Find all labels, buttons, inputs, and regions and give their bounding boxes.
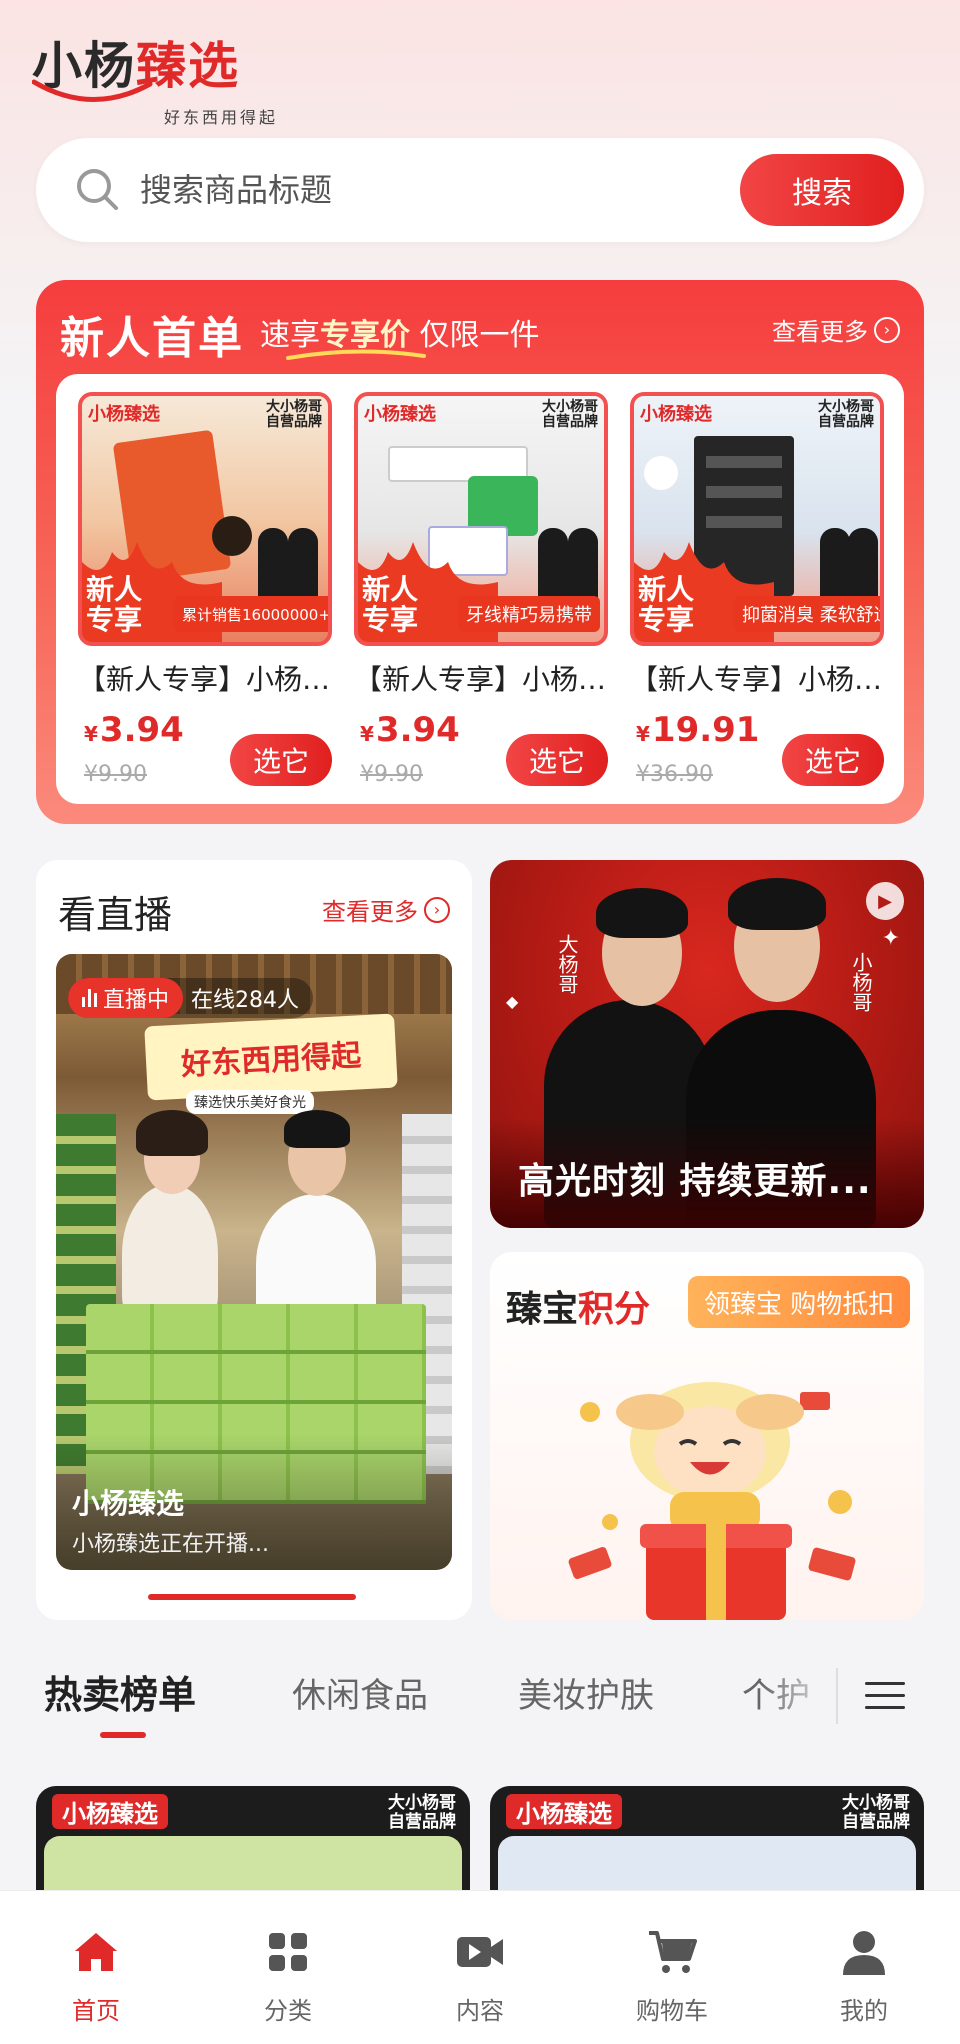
product-image: 小杨臻选 大小杨哥 自营品牌 新人 专享 累计销售16000000+单 [78,392,332,646]
product-image [498,1836,916,1890]
play-icon: ▶ [866,882,904,920]
nav-content[interactable]: 内容 [384,1891,576,2044]
host-figure [122,1184,218,1324]
grid-icon [269,1933,307,1971]
product-card[interactable]: 小杨臻选 大小杨哥 自营品牌 新人 专享 牙线精巧易携带 【新人专享】小杨臻选牙… [354,392,608,792]
product-name: 【新人专享】小杨臻选抽绳垃圾袋 [78,663,332,696]
product-price: ¥3.94 [84,710,184,750]
mascot-gift-illustration [568,1382,856,1620]
nav-cart[interactable]: 购物车 [576,1891,768,2044]
tab-menu-button[interactable] [836,1668,932,1724]
cart-icon [649,1931,697,1973]
sparkle-icon: ✦ [881,926,900,951]
search-bar: 搜索 [36,138,924,242]
host-hair [728,878,826,930]
live-banner-sign: 好东西用得起 [144,1013,398,1101]
select-button[interactable]: 选它 [230,734,332,786]
tab-beauty[interactable]: 美妆护肤 [518,1668,654,1717]
tab-hot-list[interactable]: 热卖榜单 [44,1664,196,1719]
chevron-right-icon: › [424,896,450,923]
product-name: 【新人专享】小杨臻选男士内裤 [630,663,884,696]
product-image [44,1836,462,1890]
points-title: 臻宝积分 [506,1289,651,1330]
box-stripe [706,516,782,528]
live-section: 看直播 查看更多 › 直播中 在线284人 好东西用得起 臻选快乐美好食光 小杨… [36,860,472,1620]
tagline-underline [286,349,426,360]
video-icon [457,1937,503,1967]
live-status-badge: 直播中 在线284人 [68,978,314,1018]
select-button[interactable]: 选它 [506,734,608,786]
product-card[interactable]: 小杨臻选 大小杨哥 自营品牌 新人 专享 抑菌消臭 柔软舒适 【新人专享】小杨臻… [630,392,884,792]
highlight-caption: 高光时刻 持续更新... [518,1161,872,1202]
product-card-peek[interactable]: 小杨臻选 大小杨哥 自营品牌 [36,1786,470,1890]
box-stripe [706,456,782,468]
right-host-name: 小杨哥 [849,952,873,1012]
live-channel-name: 小杨臻选 [72,1487,185,1520]
cotton-decoration [644,456,678,490]
live-more-link[interactable]: 查看更多 › [322,892,450,927]
home-icon [75,1933,117,1971]
search-icon [77,169,118,210]
live-stream-card[interactable]: 直播中 在线284人 好东西用得起 臻选快乐美好食光 小杨臻选 小杨臻选正在开播… [56,954,452,1570]
category-tabs: 热卖榜单 休闲食品 美妆护肤 个护 [0,1644,960,1754]
tab-fade [760,1644,840,1744]
logo-slogan: 好东西用得起 [164,108,279,127]
menu-icon [865,1682,905,1710]
host-hair [284,1110,350,1148]
product-price: ¥19.91 [636,710,760,750]
live-viewer-count: 在线284人 [191,988,300,1013]
highlight-video-card[interactable]: ▶ ✦ ◆ 大杨哥 小杨哥 高光时刻 持续更新... [490,860,924,1228]
select-button[interactable]: 选它 [782,734,884,786]
box-stripe [706,486,782,498]
product-name: 【新人专享】小杨臻选牙线棒 [354,663,608,696]
points-tag: 领臻宝 购物抵扣 [688,1276,911,1328]
product-image: 小杨臻选 大小杨哥 自营品牌 新人 专享 牙线精巧易携带 [354,392,608,646]
live-description: 小杨臻选正在开播... [72,1532,269,1557]
host-hair [596,888,688,938]
left-host-name: 大杨哥 [555,934,579,994]
product-card-peek[interactable]: 小杨臻选 大小杨哥 自营品牌 [490,1786,924,1890]
new-user-more-link[interactable]: 查看更多 › [772,312,900,347]
carousel-indicator [148,1594,356,1600]
sparkle-icon: ◆ [506,992,519,1011]
new-user-products-panel: 小杨臻选 大小杨哥 自营品牌 新人 专享 累计销售16000000+单 【新人专… [56,374,904,804]
bottom-navigation: 首页 分类 内容 购物车 我的 [0,1890,960,2044]
new-user-title: 新人首单 [60,313,244,364]
nav-home[interactable]: 首页 [0,1891,192,2044]
live-bars-icon [82,989,97,1007]
product-price: ¥3.94 [360,710,460,750]
tab-active-indicator [100,1732,146,1738]
search-input[interactable] [140,160,740,220]
product-image: 小杨臻选 大小杨哥 自营品牌 新人 专享 抑菌消臭 柔软舒适 [630,392,884,646]
product-card[interactable]: 小杨臻选 大小杨哥 自营品牌 新人 专享 累计销售16000000+单 【新人专… [78,392,332,792]
search-button[interactable]: 搜索 [740,154,904,226]
product-original-price: ¥9.90 [360,762,423,787]
user-icon [843,1931,885,1975]
live-banner-subtitle: 臻选快乐美好食光 [186,1090,314,1114]
tab-snacks[interactable]: 休闲食品 [292,1668,428,1717]
nav-profile[interactable]: 我的 [768,1891,960,2044]
brand-logo: 小杨臻选 好东西用得起 [32,26,302,127]
new-user-section: 新人首单 速享专享价 仅限一件 查看更多 › 小杨臻选 大小杨哥 自营品牌 新人… [36,280,924,824]
logo-swoosh-icon [32,79,153,102]
live-title: 看直播 [58,893,173,937]
chevron-right-icon: › [874,316,900,343]
nav-category[interactable]: 分类 [192,1891,384,2044]
product-original-price: ¥9.90 [84,762,147,787]
points-card[interactable]: 臻宝积分 领臻宝 购物抵扣 [490,1252,924,1620]
product-original-price: ¥36.90 [636,762,713,787]
host-hair [136,1110,208,1156]
